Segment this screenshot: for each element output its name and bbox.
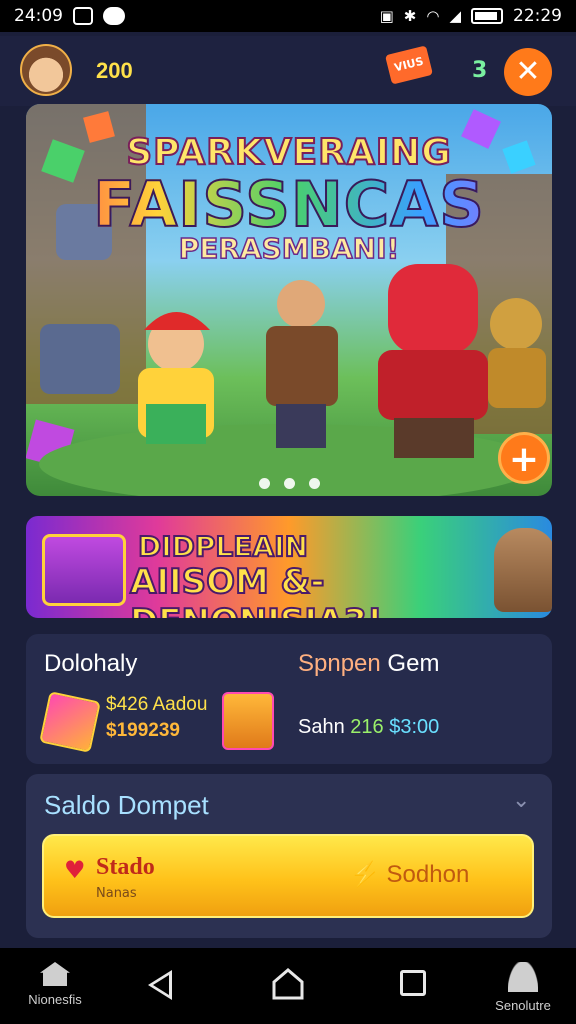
chest-icon (222, 692, 274, 750)
wifi-icon: ◠ (426, 7, 440, 25)
hero-warrior-head (277, 280, 325, 328)
carousel-dot[interactable] (258, 478, 270, 489)
status-time-left: 24:09 (14, 6, 63, 26)
stats-title-word: Spnpen (298, 650, 381, 677)
battery-icon (471, 8, 503, 24)
hero-robot-head (388, 264, 478, 354)
hero-warrior-legs (276, 404, 326, 448)
saldo-button-sub: Nanas (96, 886, 137, 901)
status-time-right: 22:29 (513, 6, 562, 26)
hero-character-legs (146, 404, 206, 444)
hero-robot-body (378, 350, 488, 420)
stat-line: Sahn 216 $3:00 (298, 716, 439, 739)
home-icon (40, 962, 70, 986)
treasure-chest-icon (42, 534, 126, 606)
hero-creature-body (488, 348, 546, 408)
close-button[interactable]: ✕ (504, 48, 552, 96)
recents-icon[interactable] (400, 970, 426, 996)
notification-icon (73, 7, 93, 25)
stat-total: $199239 (106, 720, 180, 741)
ticket-count: 3 (472, 58, 488, 83)
vibrate-icon: ✱ (403, 7, 417, 25)
heart-icon: ♥ (64, 856, 86, 884)
stat-line-price: $3:00 (389, 716, 440, 738)
stat-amount: $426 Aadou (106, 694, 208, 715)
navigation-bar: Nionesfis Senolutre (0, 948, 576, 1024)
nav-home-label: Nionesfis (28, 992, 82, 1007)
saldo-button-label: Stado (96, 854, 155, 880)
stats-title-left: Dolohaly (44, 650, 138, 677)
profile-icon (508, 962, 538, 992)
nav-profile[interactable]: Senolutre (490, 962, 556, 1013)
hero-banner[interactable]: SPARKVERAING FAISSNCAS PERASMBANI! + (26, 104, 552, 496)
stat-line-value: 216 (350, 716, 384, 738)
chat-icon (103, 7, 125, 25)
promo-banner[interactable]: DIDPLEAIN AIISOM &-DENONISIA3! (26, 516, 552, 618)
mascot-icon (494, 528, 552, 612)
nav-home[interactable]: Nionesfis (22, 962, 88, 1007)
promo-line2: AIISOM &-DENONISIA3! (129, 561, 384, 618)
status-left: 24:09 (14, 6, 125, 26)
nav-profile-label: Senolutre (495, 998, 551, 1013)
carousel-dot[interactable] (283, 478, 295, 489)
status-right: ▣ ✱ ◠ ◢ 22:29 (380, 6, 562, 26)
hero-character-hat (144, 312, 210, 330)
back-icon-inner (153, 975, 169, 995)
top-bar: 200 VIUS 3 ✕ (0, 36, 576, 106)
hero-creature-head (490, 298, 542, 350)
hero-title-line3: PERASMBANI! (178, 231, 400, 266)
avatar[interactable] (20, 44, 72, 96)
chevron-down-icon[interactable]: ⌄ (512, 788, 530, 813)
home-button-outline (272, 968, 304, 1000)
carousel-dot[interactable] (308, 478, 320, 489)
add-button[interactable]: + (498, 432, 550, 484)
stats-title-right: Spnpen Gem (298, 650, 439, 678)
hero-robot-legs (394, 418, 474, 458)
home-button-icon[interactable] (270, 966, 306, 1002)
coin-balance: 200 (96, 58, 133, 83)
stats-title-word: Gem (387, 650, 440, 677)
ticket-icon[interactable]: VIUS (384, 45, 434, 85)
gem-icon (39, 691, 101, 753)
stat-line-label: Sahn (298, 716, 345, 738)
stats-card: Dolohaly Spnpen Gem $426 Aadou $199239 S… (26, 634, 552, 764)
wallet-title: Saldo Dompet (44, 790, 209, 820)
status-bar: 24:09 ▣ ✱ ◠ ◢ 22:29 (0, 0, 576, 32)
signal-icon: ◢ (449, 7, 461, 25)
carousel-indicator[interactable] (26, 478, 552, 489)
hero-warrior-body (266, 326, 338, 406)
hero-golem-body (40, 324, 120, 394)
saldo-button[interactable]: ♥ Stado Nanas ⚡ Sodhon (42, 834, 534, 918)
nfc-icon: ▣ (379, 7, 394, 25)
hero-title-line1: SPARKVERAING (125, 131, 452, 174)
hero-title-line2: FAISSNCAS (26, 167, 552, 242)
saldo-button-action: ⚡ Sodhon (350, 861, 470, 888)
wallet-card: Saldo Dompet ⌄ ♥ Stado Nanas ⚡ Sodhon (26, 774, 552, 938)
promo-line1: DIDPLEAIN (137, 529, 309, 564)
